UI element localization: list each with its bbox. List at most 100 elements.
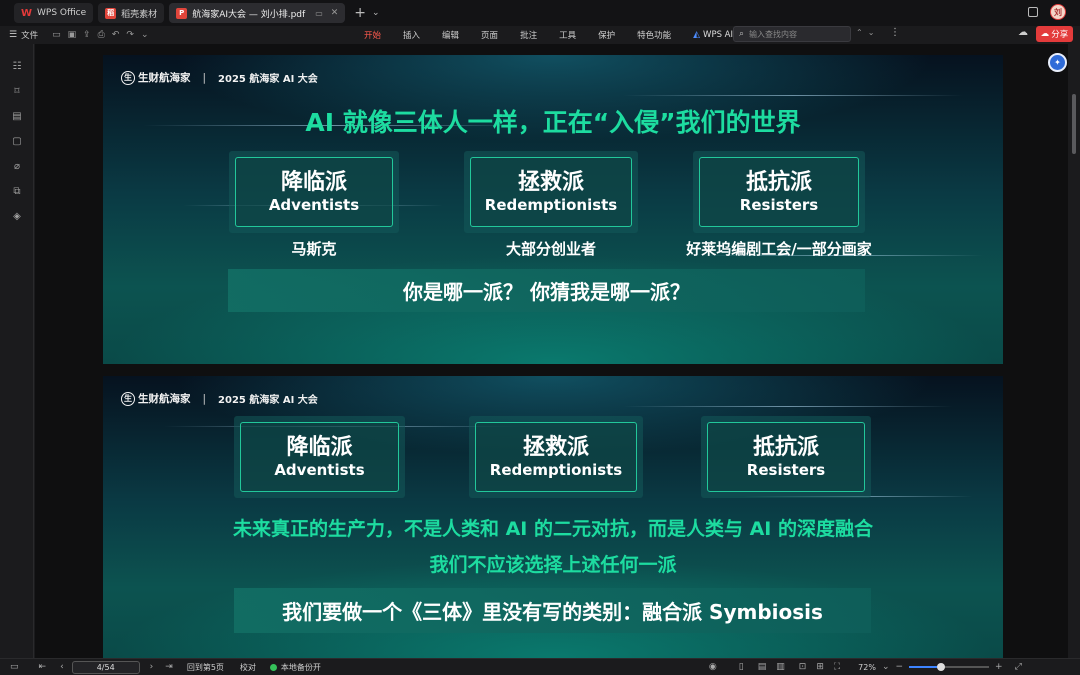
tab-label: WPS Office	[37, 8, 87, 18]
card-title-en: Adventists	[274, 460, 365, 479]
search-placeholder: 输入查找内容	[749, 29, 798, 39]
card-frame: 抵抗派 Resisters	[699, 157, 859, 227]
fusion-statement: 未来真正的生产力，不是人类和 AI 的二元对抗，而是人类与 AI 的深度融合	[232, 518, 873, 540]
tab-wps-office[interactable]: W WPS Office	[14, 3, 94, 23]
cloud-sync-icon[interactable]: ☁	[1018, 27, 1028, 38]
open-folder-icon[interactable]: ▭	[52, 30, 61, 40]
avatar[interactable]: 刘	[1050, 4, 1066, 20]
question-banner: 你是哪一派？ 你猜我是哪一派？	[228, 269, 865, 312]
light-streak	[623, 95, 963, 96]
search-prev-next-icons[interactable]: ⌃⌄	[856, 28, 879, 37]
menu-icon: ☰	[9, 30, 18, 40]
zoom-slider[interactable]	[909, 663, 990, 671]
tab-tools[interactable]: 工具	[559, 29, 576, 41]
zoom-in-icon[interactable]: +	[995, 662, 1003, 672]
single-page-icon[interactable]: ▯	[739, 662, 744, 672]
card-title-zh: 拯救派	[517, 169, 584, 195]
backup-status-dot	[269, 663, 277, 671]
vertical-scrollbar[interactable]	[1072, 94, 1076, 154]
divider: |	[202, 392, 207, 405]
pdf-page-5: 生 生财航海家 | 2025 航海家 AI 大会 降临派 Adventists …	[103, 376, 1003, 658]
tab-docer[interactable]: 稻 稻壳素材	[98, 3, 165, 23]
zoom-dropdown-icon[interactable]: ⌄	[882, 662, 890, 672]
outline-icon[interactable]: ☷	[11, 60, 23, 72]
share-button[interactable]: ☁ 分享	[1036, 26, 1073, 42]
tab-features[interactable]: 特色功能	[637, 29, 671, 41]
search-input[interactable]: ⌕ 输入查找内容	[733, 26, 851, 42]
card-resisters: 抵抗派 Resisters	[693, 151, 865, 233]
fit-page-icon[interactable]: ⊞	[816, 662, 824, 672]
brand-name: 生财航海家	[138, 393, 191, 405]
fit-width-icon[interactable]: ⊡	[799, 662, 807, 672]
close-tab-icon[interactable]: ✕	[331, 8, 339, 18]
tab-insert[interactable]: 插入	[403, 29, 420, 41]
next-page-icon[interactable]: ›	[150, 662, 154, 672]
share-cloud-icon: ☁	[1040, 29, 1050, 39]
figure-label-adventists: 马斯克	[291, 240, 337, 258]
main-toolbar: ☰ 文件 ▭ ▣ ⇪ ⎙ ↶ ↷ ⌄ 开始 插入 编辑 页面 批注 工具 保护 …	[0, 26, 1080, 46]
floating-assistant-button[interactable]: ✦	[1048, 53, 1067, 72]
save-icon[interactable]: ▣	[68, 30, 77, 40]
symbiosis-banner: 我们要做一个《三体》里没有写的类别：融合派 Symbiosis	[234, 588, 871, 633]
attachment-icon[interactable]: ⌀	[11, 160, 23, 172]
thumbnail-icon[interactable]: ▤	[11, 110, 23, 122]
first-page-icon[interactable]: ⇤	[39, 662, 47, 672]
document-view[interactable]: 生 生财航海家 | 2025 航海家 AI 大会 AI 就像三体人一样，正在“入…	[35, 44, 1068, 658]
no-side-statement: 我们不应该选择上述任何一派	[429, 554, 677, 576]
tab-protect[interactable]: 保护	[598, 29, 615, 41]
pdf-icon: P	[176, 7, 188, 19]
wps-ai-button[interactable]: ◭ WPS AI	[693, 30, 733, 40]
brand-header: 生 生财航海家 | 2025 航海家 AI 大会	[121, 391, 318, 406]
card-frame: 降临派 Adventists	[240, 422, 399, 492]
zoom-slider-knob[interactable]	[937, 663, 946, 671]
undo-icon[interactable]: ↶	[112, 30, 120, 40]
conference-name: 2025 航海家 AI 大会	[218, 74, 318, 85]
back-to-page-link[interactable]: 回到第5页	[187, 662, 224, 673]
export-icon[interactable]: ⇪	[83, 30, 91, 40]
new-tab-button[interactable]: +	[354, 5, 366, 21]
two-page-icon[interactable]: ▥	[776, 662, 785, 672]
bookmark-icon[interactable]: ⌑	[11, 85, 23, 97]
layers-icon[interactable]: ◈	[11, 210, 23, 222]
wps-logo-icon: W	[20, 7, 33, 19]
wps-window: W WPS Office 稻 稻壳素材 P 航海家AI大会 — 刘小排.pdf …	[0, 0, 1080, 675]
card-redemptionists: 拯救派 Redemptionists	[469, 416, 643, 498]
page-number-input[interactable]: 4/54	[71, 660, 140, 674]
compare-icon[interactable]: ⧉	[11, 185, 23, 197]
backup-label: 本地备份开	[280, 662, 321, 672]
more-options-icon[interactable]: ⋮	[890, 27, 900, 38]
tab-home[interactable]: 开始	[364, 29, 381, 46]
continuous-page-icon[interactable]: ▤	[758, 662, 767, 672]
more-chevron-icon[interactable]: ⌄	[141, 30, 149, 40]
tab-edit[interactable]: 编辑	[442, 29, 459, 41]
zoom-out-icon[interactable]: −	[896, 662, 904, 672]
left-sidebar: ☷ ⌑ ▤ ▢ ⌀ ⧉ ◈	[0, 44, 34, 658]
card-title-zh: 降临派	[286, 434, 353, 460]
restore-window-icon[interactable]	[1028, 7, 1038, 17]
last-page-icon[interactable]: ⇥	[165, 662, 173, 672]
proofread-button[interactable]: 校对	[240, 662, 256, 673]
monitor-icon[interactable]: ▭	[315, 9, 323, 18]
zoom-level[interactable]: 72%	[858, 663, 876, 672]
card-title-en: Redemptionists	[489, 460, 623, 479]
file-menu-button[interactable]: ☰ 文件	[9, 29, 38, 41]
card-title-zh: 拯救派	[522, 434, 589, 460]
print-icon[interactable]: ⎙	[98, 30, 105, 40]
comment-icon[interactable]: ▢	[11, 135, 23, 147]
fullscreen-icon[interactable]: ⛶	[834, 662, 840, 672]
fit-window-icon[interactable]: ⤢	[1015, 662, 1022, 672]
conference-name: 2025 航海家 AI 大会	[218, 395, 318, 406]
eye-icon[interactable]: ◉	[709, 662, 717, 672]
prev-page-icon[interactable]: ‹	[60, 662, 64, 672]
tab-list-chevron-icon[interactable]: ⌄	[372, 8, 380, 18]
tab-pdf-document[interactable]: P 航海家AI大会 — 刘小排.pdf ▭ ✕	[169, 3, 346, 23]
tab-annotate[interactable]: 批注	[520, 29, 537, 41]
card-frame: 拯救派 Redemptionists	[475, 422, 637, 492]
card-resisters: 抵抗派 Resisters	[701, 416, 871, 498]
panel-toggle-icon[interactable]: ▭	[10, 662, 19, 672]
redo-icon[interactable]: ↷	[126, 30, 134, 40]
tab-page[interactable]: 页面	[481, 29, 498, 41]
brand-name: 生财航海家	[138, 72, 191, 84]
backup-status[interactable]: 本地备份开	[269, 662, 321, 673]
figure-label-redemptionists: 大部分创业者	[505, 240, 596, 258]
